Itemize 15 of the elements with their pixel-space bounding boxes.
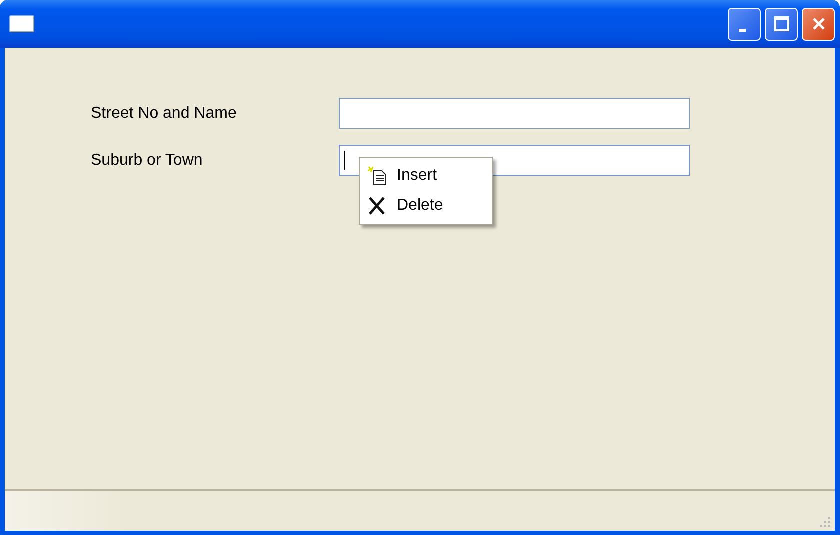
- maximize-icon: [774, 16, 790, 32]
- menu-item[interactable]: Insert: [360, 161, 492, 191]
- new-page-icon: [367, 166, 389, 186]
- input-field[interactable]: [339, 98, 690, 129]
- close-button[interactable]: [802, 8, 835, 40]
- resize-grip-icon[interactable]: [818, 515, 832, 529]
- close-icon: [812, 17, 826, 31]
- maximize-button[interactable]: [765, 8, 798, 40]
- field-label: Street No and Name: [91, 104, 238, 122]
- window-icon: [9, 15, 35, 33]
- minimize-icon: [739, 28, 746, 32]
- field-label: Suburb or Town: [91, 152, 204, 170]
- text-cursor: [344, 151, 345, 170]
- menu-item[interactable]: Delete: [360, 191, 492, 221]
- minimize-button[interactable]: [728, 8, 761, 40]
